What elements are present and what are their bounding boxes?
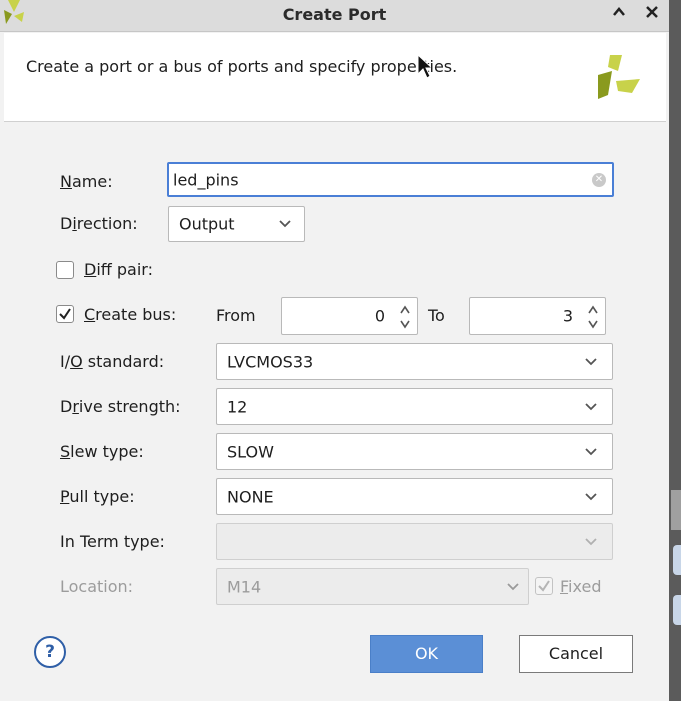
location-value: M14 [227,577,262,596]
direction-value: Output [179,214,235,234]
collapse-button[interactable] [608,4,630,26]
create-bus-checkbox[interactable] [56,305,74,323]
header-description: Create a port or a bus of ports and spec… [26,57,458,76]
chevron-down-icon [507,582,519,590]
chevron-down-icon [585,402,597,410]
chevron-down-icon [279,220,291,228]
chevron-up-icon [613,7,625,16]
mouse-cursor-icon [417,54,431,79]
from-value: 0 [374,306,385,326]
in-term-type-label: In Term type: [60,532,165,551]
spinner-icon[interactable] [587,302,599,332]
background-window-edge [669,0,681,701]
io-standard-select[interactable]: LVCMOS33 [216,343,613,380]
close-icon [646,6,658,18]
ok-button[interactable]: OK [370,635,483,673]
close-button[interactable] [641,4,663,26]
checkmark-icon [538,580,550,592]
diff-pair-checkbox[interactable] [56,261,74,279]
name-input[interactable]: led_pins ✕ [167,162,614,197]
location-select: M14 [216,568,529,605]
pull-type-value: NONE [227,487,274,506]
drive-strength-select[interactable]: 12 [216,388,613,425]
dialog-header: Create a port or a bus of ports and spec… [4,33,666,122]
cancel-button[interactable]: Cancel [519,635,633,673]
slew-type-select[interactable]: SLOW [216,433,613,470]
checkmark-icon [59,308,71,320]
slew-type-value: SLOW [227,442,274,461]
spinner-icon[interactable] [399,302,411,332]
title-bar[interactable]: Create Port [0,0,669,32]
to-label: To [428,306,445,325]
dialog-title: Create Port [282,5,387,24]
name-value: led_pins [173,170,239,189]
to-spinner[interactable]: 3 [469,297,606,335]
from-label: From [216,306,256,325]
drive-strength-value: 12 [227,397,248,416]
clear-icon[interactable]: ✕ [592,172,606,187]
io-standard-label: I/O standard: [60,352,165,371]
to-value: 3 [562,306,573,326]
io-standard-value: LVCMOS33 [227,352,314,371]
chevron-down-icon [585,447,597,455]
direction-label: Direction: [60,214,138,233]
help-icon[interactable]: ? [34,636,66,668]
fixed-label: Fixed [560,577,602,596]
pull-type-select[interactable]: NONE [216,478,613,515]
location-label: Location: [60,577,134,596]
create-bus-label: Create bus: [84,305,177,324]
diff-pair-label: Diff pair: [84,260,153,279]
drive-strength-label: Drive strength: [60,397,181,416]
from-spinner[interactable]: 0 [281,297,418,335]
direction-select[interactable]: Output [168,206,305,242]
slew-type-label: Slew type: [60,442,144,461]
xilinx-logo-icon [598,55,640,99]
fixed-checkbox [535,577,553,595]
create-port-dialog: Create Port Create a port or a bus of po… [0,0,669,701]
chevron-down-icon [585,537,597,545]
name-label: Name: [60,172,113,191]
chevron-down-icon [585,492,597,500]
in-term-type-select [216,523,613,560]
chevron-down-icon [585,357,597,365]
pull-type-label: Pull type: [60,487,135,506]
